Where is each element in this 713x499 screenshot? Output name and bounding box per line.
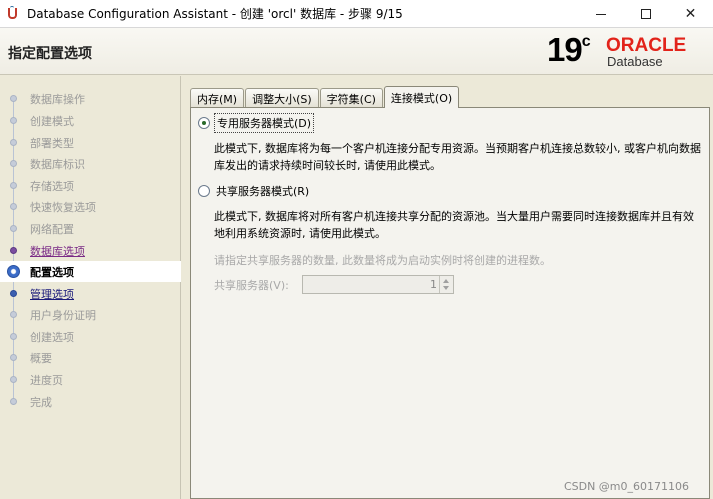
tab-connection-mode[interactable]: 连接模式(O) — [383, 86, 460, 108]
window-title: Database Configuration Assistant - 创建 'o… — [27, 7, 403, 21]
step-navigator: 数据库操作 创建模式 部署类型 数据库标识 存储选项 快速恢复选项 网络配置 数… — [0, 76, 181, 499]
nav-step-user-credentials: 用户身份证明 — [0, 304, 181, 325]
nav-step-database-identification: 数据库标识 — [0, 153, 181, 174]
dedicated-server-option[interactable]: 专用服务器模式(D) — [198, 113, 315, 133]
maximize-button[interactable] — [623, 0, 668, 28]
shared-server-hint: 请指定共享服务器的数量, 此数量将成为启动实例时将创建的进程数。 — [214, 254, 551, 267]
shared-servers-value: 1 — [430, 278, 437, 291]
oracle-product-label: Database — [607, 54, 663, 69]
nav-step-network-configuration: 网络配置 — [0, 218, 181, 239]
step-dot-icon — [10, 247, 17, 254]
nav-step-progress-page: 进度页 — [0, 369, 181, 390]
nav-step-creation-mode: 创建模式 — [0, 110, 181, 131]
page-title: 指定配置选项 — [8, 46, 92, 62]
step-dot-icon — [10, 117, 17, 124]
current-step-icon — [7, 265, 20, 278]
shared-server-option[interactable]: 共享服务器模式(R) — [198, 182, 311, 200]
oracle-logo: ORACLE — [606, 35, 687, 56]
minimize-icon — [595, 13, 606, 15]
shared-servers-spinner[interactable]: 1 — [302, 275, 454, 294]
step-dot-icon — [10, 160, 17, 167]
title-bar: Database Configuration Assistant - 创建 'o… — [0, 0, 713, 28]
nav-step-management-options[interactable]: 管理选项 — [0, 283, 181, 304]
step-dot-icon — [10, 290, 17, 297]
shared-server-label[interactable]: 共享服务器模式(R) — [214, 182, 311, 200]
step-dot-icon — [10, 95, 17, 102]
nav-step-finish: 完成 — [0, 391, 181, 412]
dedicated-server-label[interactable]: 专用服务器模式(D) — [214, 113, 315, 133]
spinner-up-icon[interactable] — [443, 279, 449, 283]
close-button[interactable]: ✕ — [668, 0, 713, 28]
tab-memory[interactable]: 内存(M) — [190, 88, 245, 108]
step-dot-icon — [10, 182, 17, 189]
shared-server-radio[interactable] — [198, 185, 210, 197]
oracle-version-logo: 19c — [547, 31, 591, 68]
nav-step-deployment-type: 部署类型 — [0, 132, 181, 153]
java-app-icon — [5, 5, 21, 22]
tab-sizing[interactable]: 调整大小(S) — [245, 88, 319, 108]
nav-step-creation-option: 创建选项 — [0, 326, 181, 347]
nav-step-fast-recovery-option: 快速恢复选项 — [0, 196, 181, 217]
step-dot-icon — [10, 354, 17, 361]
header-banner: 指定配置选项 19c ORACLE Database — [0, 28, 713, 75]
step-dot-icon — [10, 333, 17, 340]
shared-servers-label: 共享服务器(V): — [214, 279, 289, 292]
nav-step-database-options[interactable]: 数据库选项 — [0, 240, 181, 261]
close-icon: ✕ — [684, 6, 697, 22]
step-dot-icon — [10, 398, 17, 405]
step-dot-icon — [10, 376, 17, 383]
dedicated-server-radio[interactable] — [198, 117, 210, 129]
dedicated-server-description: 此模式下, 数据库将为每一个客户机连接分配专用资源。当预期客户机连接总数较小, … — [214, 142, 701, 172]
shared-server-description: 此模式下, 数据库将对所有客户机连接共享分配的资源池。当大量用户需要同时连接数据… — [214, 210, 694, 240]
tab-bar: 内存(M) 调整大小(S) 字符集(C) 连接模式(O) — [190, 86, 460, 108]
window-controls: ✕ — [578, 0, 713, 28]
csdn-watermark: CSDN @m0_60171106 — [563, 480, 689, 493]
maximize-icon — [640, 9, 651, 19]
step-dot-icon — [10, 203, 17, 210]
content-area: 内存(M) 调整大小(S) 字符集(C) 连接模式(O) 专用服务器模式(D) … — [182, 76, 713, 499]
nav-step-storage-option: 存储选项 — [0, 175, 181, 196]
spinner-buttons[interactable] — [439, 276, 453, 293]
step-dot-icon — [10, 225, 17, 232]
spinner-down-icon[interactable] — [443, 286, 449, 290]
minimize-button[interactable] — [578, 0, 623, 28]
nav-step-database-operation: 数据库操作 — [0, 88, 181, 109]
connection-mode-panel: 专用服务器模式(D) 此模式下, 数据库将为每一个客户机连接分配专用资源。当预期… — [190, 107, 710, 499]
nav-step-configuration-options[interactable]: 配置选项 — [0, 261, 181, 282]
nav-step-summary: 概要 — [0, 347, 181, 368]
step-dot-icon — [10, 139, 17, 146]
tab-character-sets[interactable]: 字符集(C) — [319, 88, 383, 108]
step-dot-icon — [10, 311, 17, 318]
